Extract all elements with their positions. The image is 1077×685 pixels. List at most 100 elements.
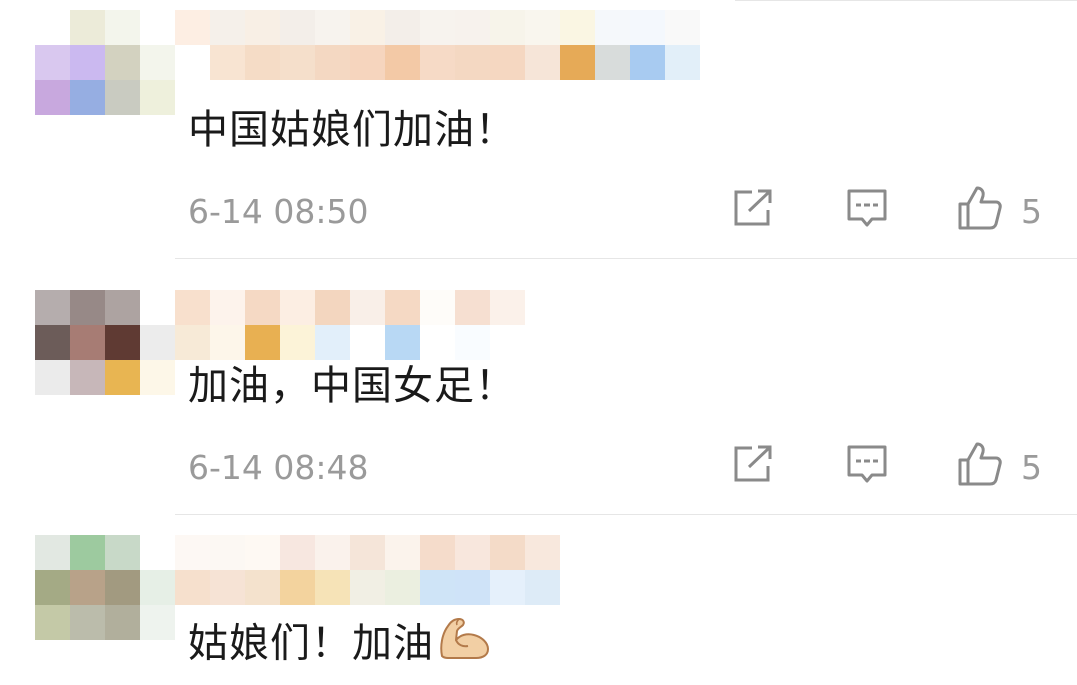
avatar-mosaic-cell	[35, 45, 70, 80]
username-mosaic-cell	[210, 325, 245, 360]
username-mosaic-cell	[420, 10, 455, 45]
like-button[interactable]	[957, 441, 1003, 487]
comment-timestamp: 6-14 08:48	[188, 448, 369, 487]
comment-text: 中国姑娘们加油！	[188, 107, 516, 153]
avatar-mosaic-cell	[105, 10, 140, 45]
username-mosaic-cell	[455, 325, 490, 360]
avatar-mosaic-cell	[140, 570, 175, 605]
username-mosaic-cell	[280, 10, 315, 45]
like-button[interactable]	[957, 185, 1003, 231]
username-mosaic-cell	[630, 10, 665, 45]
avatar-mosaic-cell	[35, 325, 70, 360]
username-mosaic-cell	[175, 325, 210, 360]
avatar-mosaic-cell	[105, 605, 140, 640]
username-mosaic-cell	[210, 290, 245, 325]
username-mosaic-cell	[385, 325, 420, 360]
username-mosaic-cell	[280, 45, 315, 80]
username-mosaic-cell	[245, 325, 280, 360]
username-mosaic-cell	[350, 45, 385, 80]
username-mosaic-cell	[245, 290, 280, 325]
username-mosaic-cell	[280, 570, 315, 605]
username-mosaic-cell	[455, 45, 490, 80]
username-mosaic-cell	[210, 45, 245, 80]
username-mosaic-cell	[490, 10, 525, 45]
username-mosaic-cell	[175, 10, 210, 45]
flexed-biceps-icon	[438, 616, 492, 667]
avatar-mosaic-cell	[70, 10, 105, 45]
username-mosaic-cell	[595, 10, 630, 45]
username-mosaic-cell	[315, 10, 350, 45]
avatar-mosaic-cell	[140, 325, 175, 360]
avatar[interactable]	[35, 10, 175, 115]
avatar[interactable]	[35, 535, 175, 640]
divider	[175, 258, 1077, 259]
username-mosaic-cell	[350, 325, 385, 360]
avatar-mosaic-cell	[105, 80, 140, 115]
username-mosaic-cell	[315, 45, 350, 80]
username-mosaic-cell	[595, 45, 630, 80]
username-mosaic-cell	[175, 570, 210, 605]
avatar-mosaic-cell	[140, 605, 175, 640]
username-blurred[interactable]	[175, 290, 525, 360]
avatar-mosaic-cell	[35, 360, 70, 395]
username-mosaic-cell	[245, 10, 280, 45]
username-mosaic-cell	[385, 45, 420, 80]
share-button[interactable]	[732, 188, 774, 228]
like-count: 5	[1021, 448, 1042, 487]
username-mosaic-cell	[420, 325, 455, 360]
avatar-mosaic-cell	[140, 360, 175, 395]
username-mosaic-cell	[350, 290, 385, 325]
username-mosaic-cell	[385, 570, 420, 605]
divider	[175, 514, 1077, 515]
avatar-mosaic-cell	[105, 325, 140, 360]
username-mosaic-cell	[280, 325, 315, 360]
username-mosaic-cell	[420, 535, 455, 570]
username-mosaic-cell	[385, 535, 420, 570]
avatar-mosaic-cell	[105, 360, 140, 395]
avatar-mosaic-cell	[35, 290, 70, 325]
username-mosaic-cell	[175, 290, 210, 325]
avatar-mosaic-cell	[140, 45, 175, 80]
username-mosaic-cell	[175, 535, 210, 570]
username-mosaic-cell	[245, 45, 280, 80]
share-button[interactable]	[732, 444, 774, 484]
avatar-mosaic-cell	[35, 535, 70, 570]
username-mosaic-cell	[455, 570, 490, 605]
avatar-mosaic-cell	[35, 10, 70, 45]
username-mosaic-cell	[525, 535, 560, 570]
avatar-mosaic-cell	[35, 605, 70, 640]
username-mosaic-cell	[490, 290, 525, 325]
username-mosaic-cell	[560, 10, 595, 45]
avatar-mosaic-cell	[35, 570, 70, 605]
username-mosaic-cell	[315, 325, 350, 360]
username-mosaic-cell	[525, 45, 560, 80]
avatar-mosaic-cell	[70, 570, 105, 605]
avatar-mosaic-cell	[70, 360, 105, 395]
username-mosaic-cell	[420, 290, 455, 325]
username-mosaic-cell	[525, 570, 560, 605]
username-blurred[interactable]	[175, 10, 700, 80]
username-mosaic-cell	[280, 290, 315, 325]
avatar[interactable]	[35, 290, 175, 395]
comment-button[interactable]	[846, 188, 888, 230]
avatar-mosaic-cell	[70, 325, 105, 360]
avatar-mosaic-cell	[140, 535, 175, 570]
share-icon	[734, 189, 772, 226]
comment-text: 姑娘们！加油	[188, 618, 492, 671]
username-mosaic-cell	[315, 570, 350, 605]
username-mosaic-cell	[490, 535, 525, 570]
username-blurred[interactable]	[175, 535, 560, 605]
username-mosaic-cell	[630, 45, 665, 80]
comment-button[interactable]	[846, 444, 888, 486]
username-mosaic-cell	[350, 535, 385, 570]
thumbs-up-icon	[958, 186, 1002, 230]
username-mosaic-cell	[455, 10, 490, 45]
username-mosaic-cell	[385, 290, 420, 325]
comment-text-content: 姑娘们！加油	[188, 620, 434, 667]
username-mosaic-cell	[280, 535, 315, 570]
avatar-mosaic-cell	[70, 80, 105, 115]
avatar-mosaic-cell	[70, 605, 105, 640]
avatar-mosaic-cell	[105, 535, 140, 570]
top-divider	[735, 0, 1077, 1]
avatar-mosaic-cell	[70, 290, 105, 325]
